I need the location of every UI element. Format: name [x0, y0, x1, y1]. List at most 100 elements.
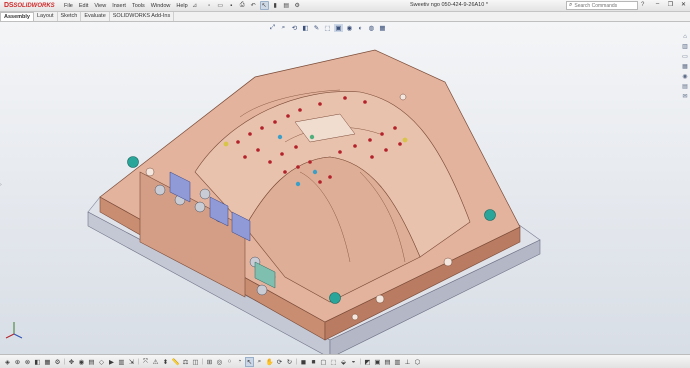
tab-evaluate[interactable]: Evaluate	[81, 12, 110, 21]
component-preview-icon[interactable]: ◧	[33, 358, 42, 366]
appearances-icon[interactable]: ◉	[681, 73, 689, 81]
file-explorer-icon[interactable]: ▭	[681, 53, 689, 61]
custom-properties-icon[interactable]: ▤	[681, 83, 689, 91]
clearance-icon[interactable]: ⬍	[161, 358, 170, 366]
tab-layout[interactable]: Layout	[34, 12, 58, 21]
hide-show-items-icon[interactable]: ◉	[345, 24, 354, 32]
select-tool-icon[interactable]: ↖	[245, 356, 254, 367]
view-settings-icon[interactable]: ▦	[378, 24, 387, 32]
menu-window[interactable]: Window	[151, 3, 171, 9]
solidworks-logo[interactable]: DS SOLIDWORKS	[0, 2, 60, 9]
interference-detection-icon[interactable]: ⚠	[151, 358, 160, 366]
display-style-icon[interactable]: ▣	[334, 24, 343, 32]
select-icon[interactable]: ↖	[259, 1, 269, 10]
shaded-icon[interactable]: ◾	[309, 358, 318, 366]
rebuild-icon[interactable]: ▮	[271, 1, 280, 10]
linear-pattern-icon[interactable]: ▦	[43, 358, 52, 366]
toolbar-separator: |	[137, 358, 140, 365]
menu-insert[interactable]: Insert	[112, 3, 126, 9]
restore-icon[interactable]: ❐	[666, 1, 675, 8]
new-icon[interactable]: ▫	[205, 1, 214, 10]
menu-view[interactable]: View	[94, 3, 106, 9]
edit-component-icon[interactable]: ◈	[3, 358, 12, 366]
dynamic-annotation-icon[interactable]: ✎	[312, 24, 321, 32]
toolbar-separator: |	[359, 358, 362, 365]
new-motion-study-icon[interactable]: ▶	[107, 358, 116, 366]
menu-bar: File Edit View Insert Tools Window Help	[64, 3, 188, 9]
hidden-lines-removed-icon[interactable]: ▢	[319, 358, 328, 366]
title-bar: DS SOLIDWORKS File Edit View Insert Tool…	[0, 0, 690, 12]
measure-icon[interactable]: 📏	[171, 358, 180, 366]
bill-of-materials-icon[interactable]: ▥	[117, 358, 126, 366]
zoom-icon[interactable]: ⌕	[255, 358, 264, 366]
dimxpert-icon[interactable]: ⊞	[205, 358, 214, 366]
graphics-area[interactable]: ⤢ ⌕ ⟲ ◧ ✎ ⬚ ▣ ◉ ◐ ◍ ▦	[0, 22, 690, 354]
shadows-icon[interactable]: ◒	[349, 358, 358, 365]
feature-manager-expand-icon[interactable]: ›	[0, 182, 2, 188]
insert-components-icon[interactable]: ⊕	[13, 358, 22, 366]
apply-scene-icon[interactable]: ◍	[367, 24, 376, 32]
performance-evaluation-icon[interactable]: ◔	[235, 358, 244, 365]
print-icon[interactable]: ⎙	[238, 1, 247, 10]
wireframe-icon[interactable]: ⬚	[329, 358, 338, 366]
show-hidden-icon[interactable]: ◉	[77, 358, 86, 366]
edit-appearance-icon[interactable]: ◐	[356, 25, 365, 32]
app-name: SOLIDWORKS	[13, 2, 55, 9]
help-icon[interactable]: ?	[641, 2, 644, 8]
menu-edit[interactable]: Edit	[79, 3, 88, 9]
tab-assembly[interactable]: Assembly	[0, 12, 34, 21]
menu-help[interactable]: Help	[176, 3, 187, 9]
shaded-edges-icon[interactable]: ◼	[299, 358, 308, 366]
right-view-icon[interactable]: ▥	[393, 358, 402, 366]
view-selector-icon[interactable]: ⬡	[413, 358, 422, 366]
mass-properties-icon[interactable]: ⚖	[181, 358, 190, 366]
search-input[interactable]	[574, 2, 631, 9]
toolbar-separator: |	[201, 358, 204, 365]
move-component-icon[interactable]: ✥	[67, 358, 76, 366]
save-icon[interactable]: ▪	[227, 1, 236, 10]
section-view-icon[interactable]: ◧	[301, 24, 310, 32]
ds-logo-mark: DS	[4, 2, 14, 9]
hole-alignment-icon[interactable]: ○	[225, 358, 234, 365]
view-palette-icon[interactable]: ▦	[681, 63, 689, 71]
forum-icon[interactable]: ✉	[681, 93, 689, 101]
rotate-icon[interactable]: ⟳	[275, 358, 284, 366]
section-properties-icon[interactable]: ◫	[191, 358, 200, 366]
design-library-icon[interactable]: ▥	[681, 43, 689, 51]
menu-file[interactable]: File	[64, 3, 73, 9]
undo-icon[interactable]: ↶	[249, 1, 258, 10]
pin-icon[interactable]: ⊿	[191, 2, 199, 10]
file-properties-icon[interactable]: ▤	[282, 1, 291, 10]
sensor-icon[interactable]: ◎	[215, 358, 224, 366]
close-icon[interactable]: ✕	[679, 1, 688, 8]
minimize-icon[interactable]: –	[653, 1, 662, 8]
zoom-area-icon[interactable]: ⌕	[279, 24, 288, 32]
view-orientation-icon[interactable]: ⬚	[323, 24, 332, 32]
pan-icon[interactable]: ✋	[265, 358, 274, 366]
tab-sketch[interactable]: Sketch	[58, 12, 82, 21]
document-title: Sweetiv ngo 050-424-9-26A10 *	[410, 2, 488, 8]
options-icon[interactable]: ⚙	[293, 1, 302, 10]
menu-tools[interactable]: Tools	[132, 3, 145, 9]
front-view-icon[interactable]: ▣	[373, 358, 382, 366]
zoom-to-fit-icon[interactable]: ⤢	[268, 24, 277, 32]
normal-to-icon[interactable]: ⊥	[403, 358, 412, 366]
previous-view-icon[interactable]: ⟲	[290, 24, 299, 32]
mate-icon[interactable]: ⊗	[23, 358, 32, 366]
instant3d-icon[interactable]: ⤧	[141, 358, 150, 366]
window-controls: – ❐ ✕	[653, 1, 688, 8]
perspective-icon[interactable]: ⬙	[339, 358, 348, 366]
search-box[interactable]: ⌕	[566, 1, 638, 10]
tab-add-ins[interactable]: SOLIDWORKS Add-Ins	[110, 12, 175, 21]
search-icon: ⌕	[569, 2, 573, 8]
open-icon[interactable]: ▭	[216, 1, 225, 10]
roll-icon[interactable]: ↻	[285, 358, 294, 366]
solidworks-resources-icon[interactable]: ⌂	[681, 33, 689, 41]
command-manager-tabs: Assembly Layout Sketch Evaluate SOLIDWOR…	[0, 12, 690, 22]
assembly-features-icon[interactable]: ▤	[87, 358, 96, 366]
exploded-view-icon[interactable]: ⇲	[127, 358, 136, 366]
reference-geometry-icon[interactable]: ◇	[97, 358, 106, 366]
smart-fasteners-icon[interactable]: ⚙	[53, 358, 62, 366]
isometric-view-icon[interactable]: ◩	[363, 358, 372, 366]
top-view-icon[interactable]: ▤	[383, 358, 392, 366]
